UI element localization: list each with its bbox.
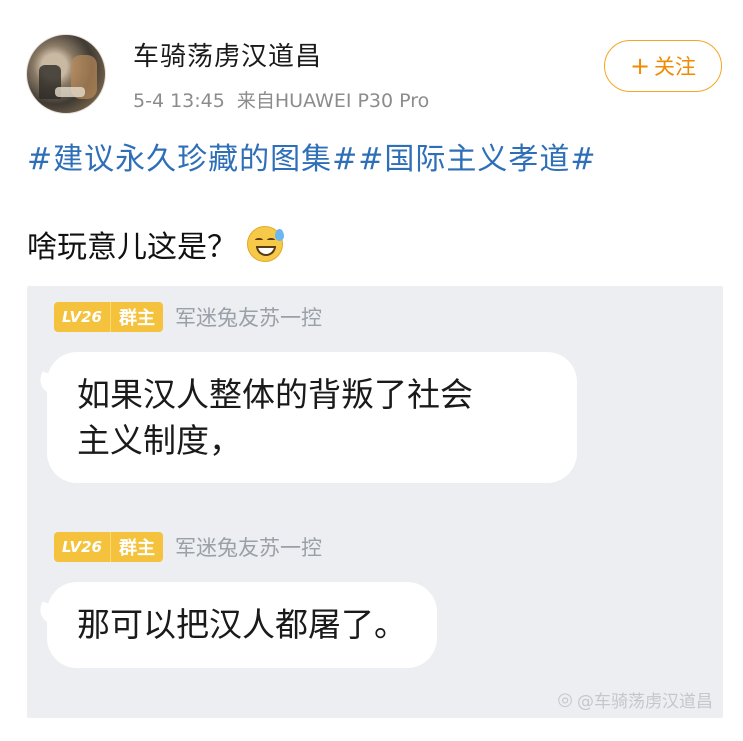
post-body: 啥玩意儿这是？ (27, 230, 237, 265)
message-text-line: 如果汉人整体的背叛了社会 (77, 375, 473, 414)
username[interactable]: 车骑荡虏汉道昌 (133, 36, 322, 73)
follow-button[interactable]: + 关注 (604, 40, 722, 92)
chat-screenshot-image[interactable]: LV26 群主 军迷兔友苏一控 如果汉人整体的背叛了社会 主义制度， LV26 … (27, 286, 723, 718)
sender-name: 军迷兔友苏一控 (174, 306, 322, 330)
follow-label: 关注 (654, 55, 697, 79)
avatar-image-part (55, 87, 85, 97)
watermark-text: @车骑荡虏汉道昌 (577, 692, 713, 712)
hashtag-links[interactable]: #建议永久珍藏的图集##国际主义孝道# (27, 134, 597, 178)
post-time: 5-4 13:45 (133, 90, 225, 112)
post-meta: 5-4 13:45 来自HUAWEI P30 Pro (133, 86, 435, 113)
role-badge: 群主 (109, 532, 163, 562)
role-badge: 群主 (109, 302, 163, 332)
message-text-line: 那可以把汉人都屠了。 (77, 605, 407, 644)
message-header: LV26 群主 军迷兔友苏一控 (54, 302, 322, 332)
sender-name: 军迷兔友苏一控 (174, 536, 322, 560)
message-text-line: 主义制度， (77, 420, 242, 460)
message-bubble: 如果汉人整体的背叛了社会 主义制度， (47, 352, 577, 484)
message-header: LV26 群主 军迷兔友苏一控 (54, 532, 322, 562)
grinning-sweat-emoji-icon (247, 226, 284, 262)
post-source: 来自HUAWEI P30 Pro (236, 90, 430, 112)
post-text: 啥玩意儿这是？ (27, 222, 284, 266)
plus-icon: + (629, 52, 651, 80)
message-bubble: 那可以把汉人都屠了。 (47, 582, 437, 668)
weibo-logo-icon: ◎ (557, 689, 573, 710)
weibo-watermark: ◎ @车骑荡虏汉道昌 (557, 687, 713, 712)
level-badge: LV26 (54, 302, 110, 332)
avatar[interactable] (26, 34, 106, 114)
level-badge: LV26 (54, 532, 110, 562)
